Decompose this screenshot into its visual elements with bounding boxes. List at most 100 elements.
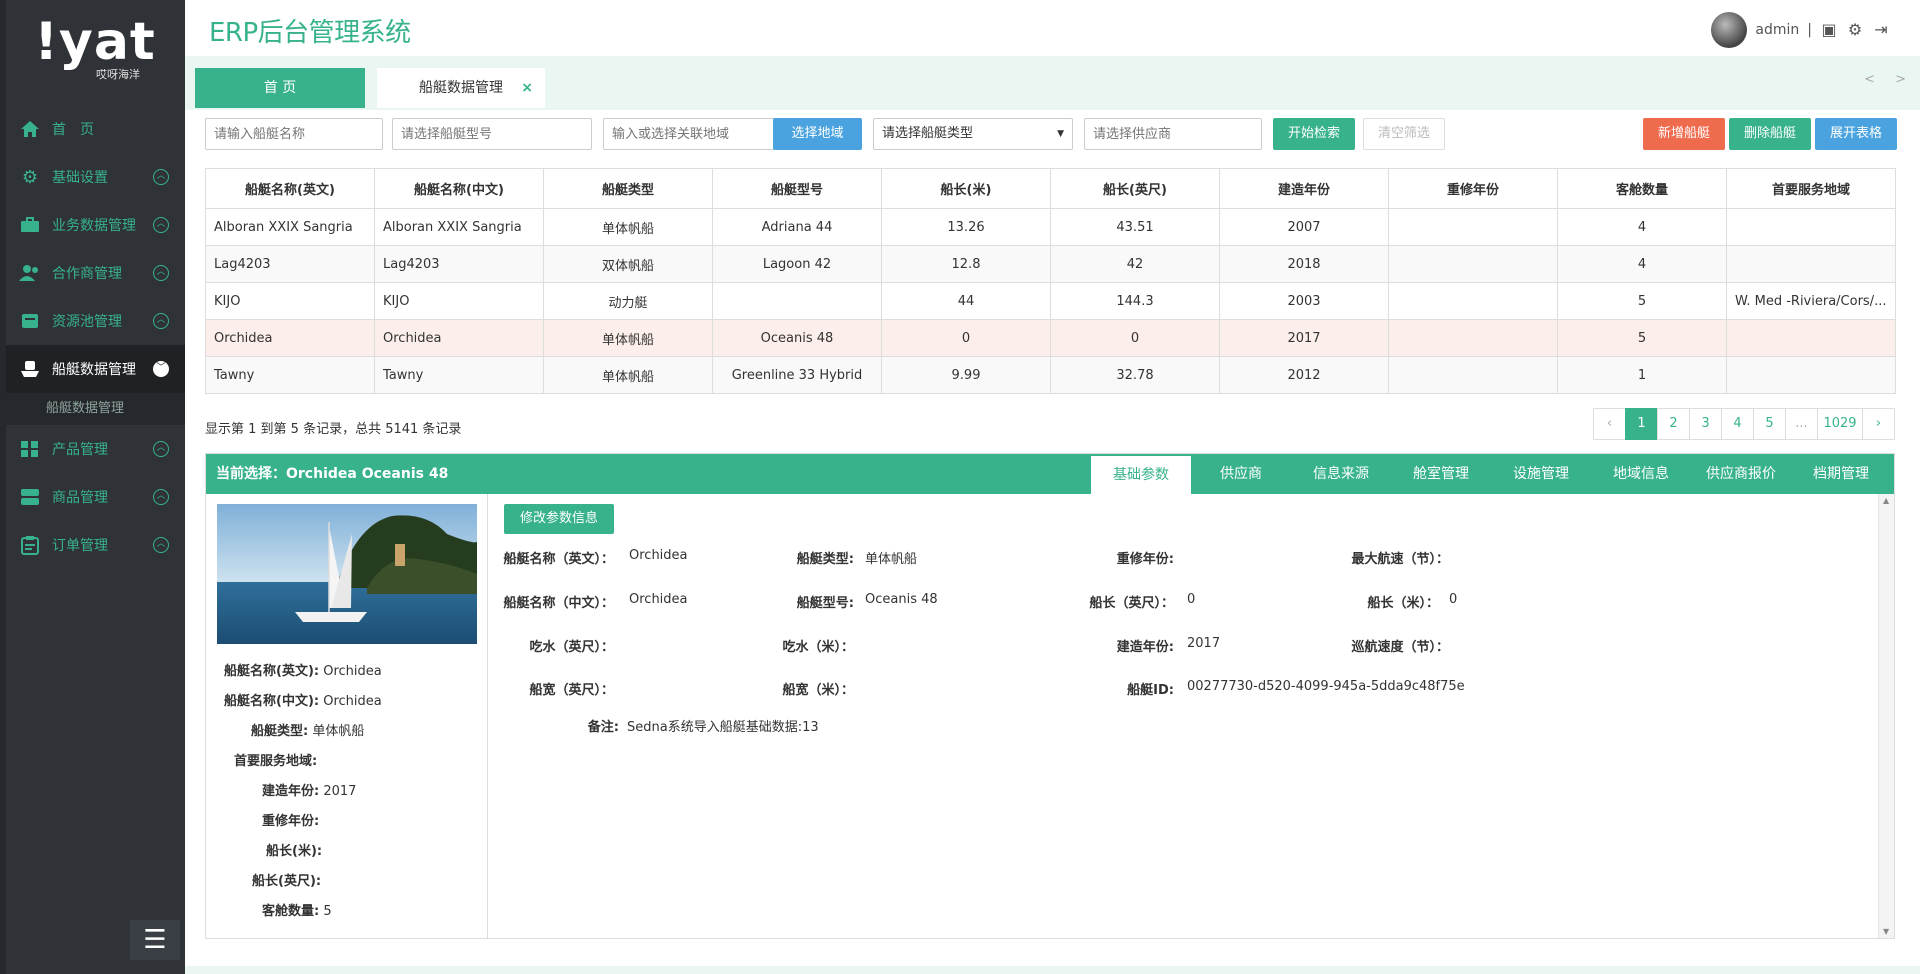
- database-icon: [18, 311, 42, 331]
- tab-region[interactable]: 地域信息: [1591, 454, 1691, 494]
- tab-scroll-nav[interactable]: < >: [1864, 72, 1914, 87]
- page-last[interactable]: 1029: [1817, 408, 1863, 440]
- avatar[interactable]: [1711, 12, 1748, 48]
- tab-schedule[interactable]: 档期管理: [1791, 454, 1891, 494]
- table-cell: 动力艇: [543, 282, 713, 320]
- table-cell: 12.8: [881, 245, 1051, 283]
- top-header: ERP后台管理系统 admin | ▣ ⚙ ⇥: [185, 0, 1920, 56]
- username[interactable]: admin: [1755, 22, 1799, 38]
- sidebar-item-goods[interactable]: 商品管理 ︿: [6, 473, 185, 521]
- page-next[interactable]: ›: [1862, 408, 1895, 440]
- clear-filter-button[interactable]: 清空筛选: [1363, 118, 1445, 150]
- sidebar-item-orders[interactable]: 订单管理 ︿: [6, 521, 185, 569]
- tab-basic-params[interactable]: 基础参数: [1091, 456, 1191, 494]
- summary-row: 船长(英尺):: [252, 870, 321, 889]
- table-row[interactable]: KIJO KIJO 动力艇 44 144.3 2003 5 W. Med -Ri…: [205, 282, 1896, 320]
- summary-label: 首要服务地域:: [234, 754, 318, 769]
- grid-icon: [18, 439, 42, 459]
- scroll-down-icon[interactable]: ▼: [1883, 927, 1889, 936]
- supplier-input[interactable]: [1084, 118, 1262, 150]
- summary-row: 船艇名称(英文): Orchidea: [224, 660, 382, 679]
- table-cell: [1726, 319, 1896, 357]
- page-2[interactable]: 2: [1657, 408, 1690, 440]
- sidebar-item-basic-settings[interactable]: ⚙ 基础设置 ︿: [6, 153, 185, 201]
- page-prev[interactable]: ‹: [1593, 408, 1626, 440]
- column-header[interactable]: 船长(米): [881, 168, 1051, 209]
- page-1[interactable]: 1: [1625, 408, 1658, 440]
- tabs-bar: 首 页 船艇数据管理 × < >: [185, 56, 1920, 110]
- column-header[interactable]: 重修年份: [1388, 168, 1558, 209]
- sidebar-menu: 首 页 ⚙ 基础设置 ︿ 业务数据管理 ︿ 合作商管理 ︿ 资源池管理 ︿ 船艇…: [6, 105, 185, 569]
- region-input[interactable]: [603, 118, 775, 150]
- column-header[interactable]: 建造年份: [1219, 168, 1389, 209]
- collapse-menu-icon[interactable]: ☰: [130, 920, 180, 960]
- page-3[interactable]: 3: [1689, 408, 1722, 440]
- tab-facilities[interactable]: 设施管理: [1491, 454, 1591, 494]
- summary-row: 建造年份: 2017: [262, 780, 356, 799]
- sidebar-item-business-data[interactable]: 业务数据管理 ︿: [6, 201, 185, 249]
- sidebar-item-ship-data[interactable]: 船艇数据管理 ﹀: [6, 345, 185, 393]
- table-row[interactable]: Alboran XXIX Sangria Alboran XXIX Sangri…: [205, 208, 1896, 246]
- ship-name-input[interactable]: [205, 118, 383, 150]
- detail-scrollbar[interactable]: ▲ ▼: [1878, 494, 1894, 938]
- ship-icon: [18, 359, 42, 379]
- close-icon[interactable]: ×: [521, 68, 533, 108]
- table-row[interactable]: Lag4203 Lag4203 双体帆船 Lagoon 42 12.8 42 2…: [205, 245, 1896, 283]
- sidebar-item-partners[interactable]: 合作商管理 ︿: [6, 249, 185, 297]
- table-cell: 5: [1557, 282, 1727, 320]
- delete-ship-button[interactable]: 删除船艇: [1729, 118, 1811, 150]
- gear-icon[interactable]: ⚙: [1846, 21, 1864, 39]
- column-header[interactable]: 船艇名称(英文): [205, 168, 375, 209]
- sidebar-subitem-ship-data[interactable]: 船艇数据管理: [6, 393, 185, 425]
- table-row-selected[interactable]: Orchidea Orchidea 单体帆船 Oceanis 48 0 0 20…: [205, 319, 1896, 357]
- tab-ship-data[interactable]: 船艇数据管理 ×: [377, 68, 545, 108]
- column-header[interactable]: 首要服务地域: [1726, 168, 1896, 209]
- scroll-up-icon[interactable]: ▲: [1883, 496, 1889, 505]
- table-cell: 单体帆船: [543, 208, 713, 246]
- tab-info-source[interactable]: 信息来源: [1291, 454, 1391, 494]
- summary-row: 重修年份:: [262, 810, 319, 829]
- table-cell: 4: [1557, 245, 1727, 283]
- ship-type-select[interactable]: 请选择船艇类型 ▼: [873, 118, 1073, 150]
- summary-label: 船长(英尺):: [252, 874, 322, 889]
- sidebar-item-label: 业务数据管理: [52, 218, 136, 234]
- column-header[interactable]: 客舱数量: [1557, 168, 1727, 209]
- logo[interactable]: !yat 哎呀海洋: [30, 14, 160, 86]
- table-cell: 5: [1557, 319, 1727, 357]
- page-4[interactable]: 4: [1721, 408, 1754, 440]
- page-5[interactable]: 5: [1753, 408, 1786, 440]
- edit-params-button[interactable]: 修改参数信息: [504, 504, 614, 534]
- logout-icon[interactable]: ⇥: [1872, 21, 1890, 39]
- summary-row: 客舱数量: 5: [262, 900, 332, 919]
- summary-label: 客舱数量:: [262, 904, 320, 919]
- column-header[interactable]: 船艇型号: [712, 168, 882, 209]
- tab-cabins[interactable]: 舱室管理: [1391, 454, 1491, 494]
- message-icon[interactable]: ▣: [1820, 21, 1838, 39]
- caret-down-icon: ▼: [1057, 129, 1064, 139]
- table-row[interactable]: Tawny Tawny 单体帆船 Greenline 33 Hybrid 9.9…: [205, 356, 1896, 394]
- tab-supplier[interactable]: 供应商: [1191, 454, 1291, 494]
- table-cell: KIJO: [205, 282, 375, 320]
- search-button[interactable]: 开始检索: [1273, 118, 1355, 150]
- expand-table-button[interactable]: 展开表格: [1815, 118, 1897, 150]
- add-ship-button[interactable]: 新增船艇: [1643, 118, 1725, 150]
- tab-home[interactable]: 首 页: [195, 68, 365, 108]
- field-label: 船长（米）：: [1367, 596, 1439, 611]
- table-cell: 44: [881, 282, 1051, 320]
- column-header[interactable]: 船长(英尺): [1050, 168, 1220, 209]
- table-cell: Greenline 33 Hybrid: [712, 356, 882, 394]
- table-cell: Orchidea: [205, 319, 375, 357]
- column-header[interactable]: 船艇类型: [543, 168, 713, 209]
- field-value: Oceanis 48: [865, 592, 938, 607]
- column-header[interactable]: 船艇名称(中文): [374, 168, 544, 209]
- select-region-button[interactable]: 选择地域: [773, 118, 862, 150]
- chevron-up-icon: ︿: [153, 537, 169, 553]
- sidebar-item-products[interactable]: 产品管理 ︿: [6, 425, 185, 473]
- table-cell: 1: [1557, 356, 1727, 394]
- sidebar-item-home[interactable]: 首 页: [6, 105, 185, 153]
- ship-model-input[interactable]: [392, 118, 592, 150]
- chevron-up-icon: ︿: [153, 169, 169, 185]
- table-cell: KIJO: [374, 282, 544, 320]
- sidebar-item-resource-pool[interactable]: 资源池管理 ︿: [6, 297, 185, 345]
- tab-supplier-quote[interactable]: 供应商报价: [1691, 454, 1791, 494]
